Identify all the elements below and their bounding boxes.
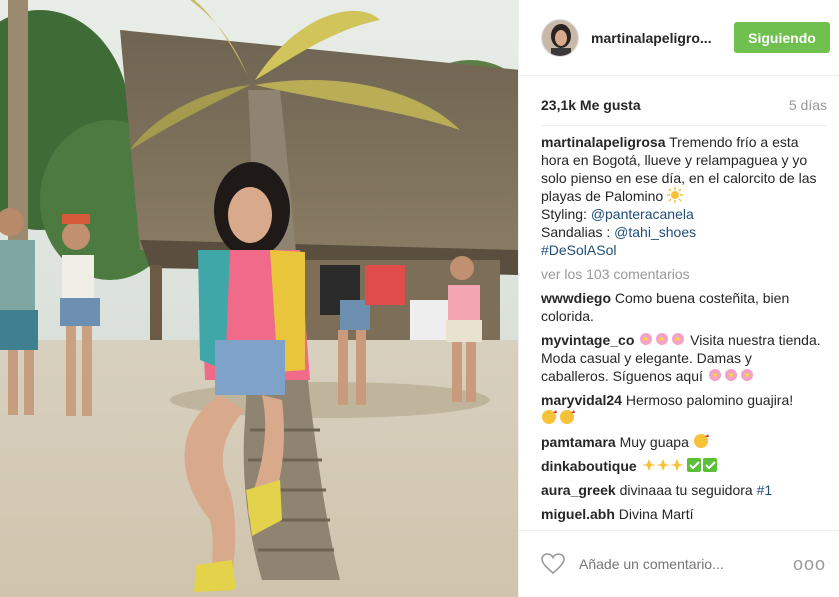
styling-label: Styling: [541, 206, 591, 222]
comment-bar: ooo [519, 530, 839, 597]
heart-icon[interactable] [541, 553, 565, 575]
kiss-emoji-icon [542, 410, 575, 424]
post-time[interactable]: 5 días [789, 97, 827, 113]
comment-username[interactable]: aura_greek [541, 482, 616, 498]
sparkle-check-emoji-icon [641, 458, 717, 472]
comment-item: wwwdiego Como buena costeñita, bien colo… [541, 289, 821, 325]
comment-item: myvintage_co Visita nuestra tienda. Moda… [541, 331, 821, 385]
comment-text: Hermoso palomino guajira! [625, 392, 794, 408]
comment-text: Muy guapa [619, 434, 689, 450]
sandalias-link[interactable]: @tahi_shoes [614, 224, 696, 240]
hashtag-link[interactable]: #DeSolASol [541, 242, 617, 258]
comment-text: Divina Martí [618, 506, 694, 522]
avatar[interactable] [541, 18, 579, 57]
following-button[interactable]: Siguiendo [734, 22, 830, 53]
comment-item: dinkaboutique [541, 457, 821, 475]
comment-item: pamtamara Muy guapa [541, 433, 821, 451]
beach-photo-illustration [0, 0, 518, 597]
flower-emoji-icon [640, 333, 685, 345]
post-header: martinalapeligro... Siguiendo [519, 0, 839, 76]
styling-link[interactable]: @panteracanela [591, 206, 694, 222]
divider [541, 125, 827, 126]
caption-username[interactable]: martinalapeligrosa [541, 134, 666, 150]
more-options-icon[interactable]: ooo [793, 554, 826, 575]
comment-username[interactable]: miguel.abh [541, 506, 615, 522]
avatar-image [542, 19, 578, 56]
comment-username[interactable]: myvintage_co [541, 332, 634, 348]
comment-hashtag-link[interactable]: #1 [757, 482, 773, 498]
comments-list: martinalapeligrosa Tremendo frío a esta … [541, 133, 821, 531]
comment-username[interactable]: dinkaboutique [541, 458, 637, 474]
flower-emoji-icon [708, 369, 753, 381]
comment-item: aura_greek divinaaa tu seguidora #1 [541, 481, 821, 499]
add-comment-input[interactable] [579, 556, 793, 572]
likes-count[interactable]: 23,1k Me gusta [541, 97, 641, 113]
view-all-comments-link[interactable]: ver los 103 comentarios [541, 265, 821, 283]
post-photo[interactable] [0, 0, 518, 597]
comment-username[interactable]: wwwdiego [541, 290, 611, 306]
kiss-emoji-icon [693, 434, 709, 448]
comment-username[interactable]: pamtamara [541, 434, 616, 450]
caption: martinalapeligrosa Tremendo frío a esta … [541, 133, 821, 259]
sun-emoji-icon [667, 187, 684, 203]
header-username[interactable]: martinalapeligro... [591, 30, 734, 46]
comment-text: divinaaa tu seguidora [619, 482, 757, 498]
comment-username[interactable]: maryvidal24 [541, 392, 622, 408]
post-side-panel: martinalapeligro... Siguiendo 23,1k Me g… [518, 0, 839, 597]
sandalias-label: Sandalias : [541, 224, 615, 240]
instagram-post-modal: martinalapeligro... Siguiendo 23,1k Me g… [0, 0, 839, 597]
comment-item: miguel.abh Divina Martí [541, 505, 821, 523]
stats-row: 23,1k Me gusta 5 días [541, 94, 827, 116]
comment-item: maryvidal24 Hermoso palomino guajira! [541, 391, 821, 427]
